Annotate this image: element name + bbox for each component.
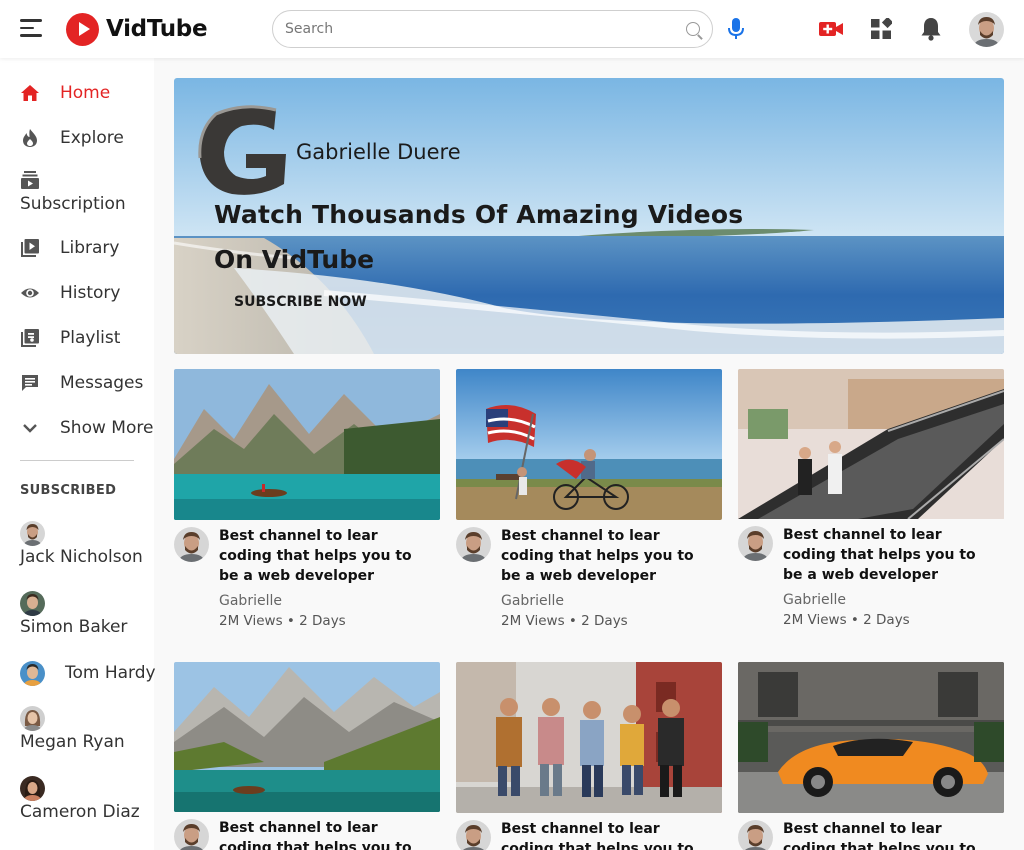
video-thumbnail[interactable] <box>738 662 1004 813</box>
sidebar-item-label: Library <box>60 238 120 258</box>
avatar[interactable] <box>174 819 209 850</box>
sidebar-item-history[interactable]: History <box>20 278 154 308</box>
subscription-icon <box>21 171 39 189</box>
subscribed-channel-cameron-diaz[interactable]: Cameron Diaz <box>20 776 154 822</box>
subscribe-button[interactable]: SUBSCRIBE NOW <box>234 294 367 310</box>
subscribed-channel-simon-baker[interactable]: Simon Baker <box>20 591 154 637</box>
apps-icon[interactable] <box>870 18 892 40</box>
search-icon[interactable] <box>686 22 700 36</box>
sidebar: Home Explore Subscription Library Histor… <box>0 58 156 850</box>
avatar[interactable] <box>174 527 209 562</box>
video-channel[interactable]: Gabrielle <box>783 592 846 608</box>
search-bar <box>272 10 713 48</box>
video-card[interactable]: Best channel to lear coding that helps y… <box>738 662 1004 850</box>
channel-name: Tom Hardy <box>65 663 156 683</box>
video-meta: 2M Views • 2 Days <box>501 613 628 629</box>
menu-icon[interactable] <box>20 19 42 39</box>
avatar[interactable] <box>738 820 773 850</box>
channel-name: Jack Nicholson <box>20 547 143 567</box>
chevron-down-icon <box>23 424 37 433</box>
subscribed-channel-jack-nicholson[interactable]: Jack Nicholson <box>20 521 154 567</box>
video-channel[interactable]: Gabrielle <box>219 593 282 609</box>
bell-icon[interactable] <box>920 16 942 42</box>
banner-headline: Watch Thousands Of Amazing Videos <box>214 200 744 229</box>
video-title[interactable]: Best channel to lear coding that helps y… <box>219 818 434 850</box>
sidebar-item-label: Home <box>60 83 111 103</box>
channel-name: Megan Ryan <box>20 732 125 752</box>
sidebar-item-label: History <box>60 283 121 303</box>
video-camera-icon[interactable] <box>818 18 844 40</box>
video-card[interactable]: Best channel to lear coding that helps y… <box>738 369 1004 639</box>
chat-icon <box>22 375 38 391</box>
avatar <box>20 521 45 546</box>
video-card[interactable]: Best channel to lear coding that helps y… <box>456 369 722 639</box>
library-icon <box>21 239 39 257</box>
logo[interactable]: VidTube <box>66 12 208 46</box>
channel-banner[interactable]: Gabrielle Duere Watch Thousands Of Amazi… <box>174 78 1004 354</box>
home-icon <box>21 85 39 101</box>
video-card[interactable]: Best channel to lear coding that helps y… <box>456 662 722 850</box>
sidebar-divider <box>20 460 134 461</box>
subscribed-channel-tom-hardy[interactable]: Tom Hardy <box>20 661 156 687</box>
video-meta: 2M Views • 2 Days <box>783 612 910 628</box>
app-name: VidTube <box>106 16 208 42</box>
sidebar-item-show-more[interactable]: Show More <box>20 413 154 443</box>
sidebar-item-subscription[interactable]: Subscription <box>20 168 154 216</box>
sidebar-item-label: Subscription <box>20 194 126 214</box>
avatar <box>20 661 45 686</box>
sidebar-item-messages[interactable]: Messages <box>20 368 154 398</box>
video-card[interactable]: Best channel to lear coding that helps y… <box>174 662 440 850</box>
subscribed-channel-megan-ryan[interactable]: Megan Ryan <box>20 706 154 752</box>
channel-name: Cameron Diaz <box>20 802 140 822</box>
video-title[interactable]: Best channel to lear coding that helps y… <box>219 526 434 586</box>
video-title[interactable]: Best channel to lear coding that helps y… <box>783 819 998 850</box>
playlist-icon <box>21 329 39 347</box>
search-input[interactable] <box>285 19 675 39</box>
banner-headline-2: On VidTube <box>214 245 375 274</box>
video-title[interactable]: Best channel to lear coding that helps y… <box>501 526 716 586</box>
video-thumbnail[interactable] <box>456 369 722 520</box>
sidebar-item-label: Playlist <box>60 328 121 348</box>
eye-icon <box>21 288 39 298</box>
top-bar: VidTube <box>0 0 1024 58</box>
subscribed-heading: SUBSCRIBED <box>20 483 117 498</box>
avatar[interactable] <box>738 526 773 561</box>
avatar[interactable] <box>456 527 491 562</box>
video-card[interactable]: Best channel to lear coding that helps y… <box>174 369 440 639</box>
video-thumbnail[interactable] <box>174 369 440 520</box>
sidebar-item-playlist[interactable]: Playlist <box>20 323 154 353</box>
avatar <box>20 776 45 801</box>
channel-name: Simon Baker <box>20 617 128 637</box>
video-thumbnail[interactable] <box>456 662 722 813</box>
avatar <box>20 706 45 731</box>
sidebar-item-explore[interactable]: Explore <box>20 123 154 153</box>
avatar[interactable] <box>969 12 1004 47</box>
sidebar-item-label: Explore <box>60 128 124 148</box>
play-logo-icon <box>66 12 99 46</box>
sidebar-item-home[interactable]: Home <box>20 78 154 108</box>
video-channel[interactable]: Gabrielle <box>501 593 564 609</box>
avatar[interactable] <box>456 820 491 850</box>
video-thumbnail[interactable] <box>738 369 1004 520</box>
video-meta: 2M Views • 2 Days <box>219 613 346 629</box>
avatar <box>20 591 45 616</box>
mic-icon[interactable] <box>726 17 746 41</box>
sidebar-item-label: Messages <box>60 373 144 393</box>
video-title[interactable]: Best channel to lear coding that helps y… <box>783 525 998 585</box>
video-thumbnail[interactable] <box>174 662 440 812</box>
fire-icon <box>23 129 37 147</box>
sidebar-item-label: Show More <box>60 418 154 438</box>
sidebar-item-library[interactable]: Library <box>20 233 154 263</box>
video-title[interactable]: Best channel to lear coding that helps y… <box>501 819 716 850</box>
banner-channel-name: Gabrielle Duere <box>296 140 461 164</box>
